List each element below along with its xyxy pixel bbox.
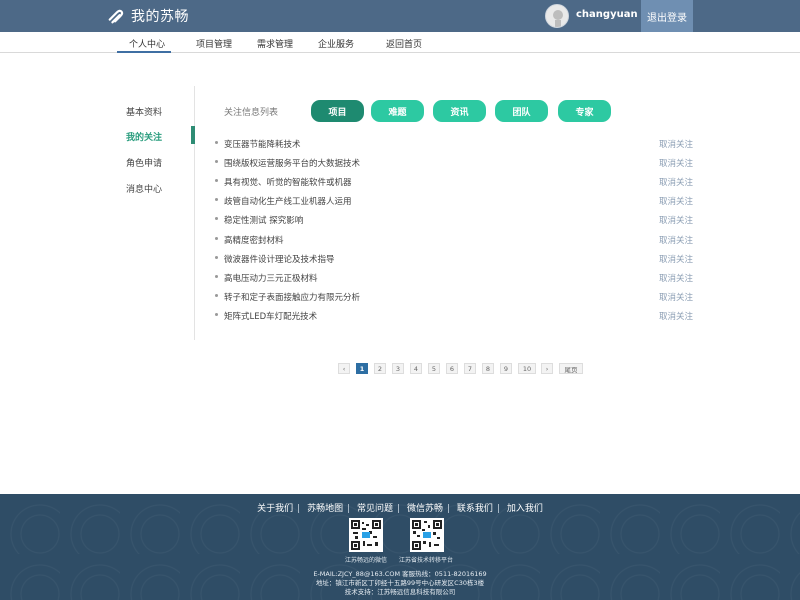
sidebar-item-message-center[interactable]: 消息中心 [126, 182, 162, 195]
bullet-icon [215, 141, 218, 144]
list-item: 歧管自动化生产线工业机器人运用 取消关注 [215, 193, 693, 209]
list-item: 围绕版权运营服务平台的大数据技术 取消关注 [215, 155, 693, 171]
tab-news[interactable]: 资讯 [433, 100, 486, 122]
footer: 关于我们 | 苏畅地图 | 常见问题 | 微信苏畅 | 联系我们 | 加入我们 江苏畅远的… [0, 494, 800, 600]
page-button-7[interactable]: 7 [464, 363, 476, 374]
bullet-icon [215, 198, 218, 201]
bullet-icon [215, 160, 218, 163]
footer-links: 关于我们 | 苏畅地图 | 常见问题 | 微信苏畅 | 联系我们 | 加入我们 [257, 504, 543, 514]
prev-page-button[interactable]: ‹ [338, 363, 350, 374]
page-button-10[interactable]: 10 [518, 363, 536, 374]
unfollow-button[interactable]: 取消关注 [659, 253, 693, 265]
follow-list-label: 关注信息列表 [224, 108, 279, 118]
nav-item-home[interactable]: 返回首页 [386, 37, 422, 50]
bullet-icon [215, 275, 218, 278]
main-nav: 个人中心 项目管理 需求管理 企业服务 返回首页 [0, 32, 800, 53]
qr-caption-wechat: 江苏畅远的微信 [345, 557, 388, 564]
footer-link-wechat[interactable]: 微信苏畅 [407, 504, 443, 514]
footer-link-faq[interactable]: 常见问题 [357, 504, 393, 514]
list-item: 稳定性测试 探究影响 取消关注 [215, 212, 693, 228]
logo[interactable]: 我的苏畅 [107, 6, 189, 26]
footer-link-map[interactable]: 苏畅地图 [307, 504, 343, 514]
footer-link-contact[interactable]: 联系我们 [457, 504, 493, 514]
list-item: 转子和定子表面接触应力有限元分析 取消关注 [215, 289, 693, 305]
qr-code-platform [410, 518, 444, 552]
list-item-title[interactable]: 具有视觉、听觉的智能软件或机器 [224, 176, 352, 188]
page-button-5[interactable]: 5 [428, 363, 440, 374]
list-item: 微波器件设计理论及技术指导 取消关注 [215, 251, 693, 267]
page-button-9[interactable]: 9 [500, 363, 512, 374]
tab-problem[interactable]: 难题 [371, 100, 424, 122]
next-page-button[interactable]: › [541, 363, 553, 374]
qr-code-icon [351, 520, 381, 550]
avatar[interactable] [545, 4, 569, 28]
tab-team[interactable]: 团队 [495, 100, 548, 122]
qr-caption-platform: 江苏省技术转移平台 [399, 557, 454, 564]
unfollow-button[interactable]: 取消关注 [659, 176, 693, 188]
footer-link-about[interactable]: 关于我们 [257, 504, 293, 514]
bullet-icon [215, 294, 218, 297]
bullet-icon [215, 256, 218, 259]
sidebar-item-my-follows[interactable]: 我的关注 [126, 130, 162, 143]
sidebar-active-marker [191, 126, 195, 144]
list-item: 变压器节能降耗技术 取消关注 [215, 136, 693, 152]
list-item: 矩阵式LED车灯配光技术 取消关注 [215, 308, 693, 324]
footer-link-join[interactable]: 加入我们 [507, 504, 543, 514]
unfollow-button[interactable]: 取消关注 [659, 195, 693, 207]
list-item: 高精度密封材料 取消关注 [215, 232, 693, 248]
page-button-4[interactable]: 4 [410, 363, 422, 374]
bullet-icon [215, 313, 218, 316]
list-item-title[interactable]: 高电压动力三元正极材料 [224, 272, 318, 284]
list-item-title[interactable]: 变压器节能降耗技术 [224, 138, 301, 150]
list-item-title[interactable]: 歧管自动化生产线工业机器人运用 [224, 195, 352, 207]
bullet-icon [215, 179, 218, 182]
list-item-title[interactable]: 微波器件设计理论及技术指导 [224, 253, 335, 265]
bullet-icon [215, 237, 218, 240]
list-item-title[interactable]: 稳定性测试 探究影响 [224, 214, 303, 226]
unfollow-button[interactable]: 取消关注 [659, 138, 693, 150]
sidebar-item-role-application[interactable]: 角色申请 [126, 156, 162, 169]
sidebar-item-basic-info[interactable]: 基本资料 [126, 105, 162, 118]
footer-support: 技术支持：江苏畅远信息科技有限公司 [344, 588, 456, 596]
tab-project[interactable]: 项目 [311, 100, 364, 122]
top-header: 我的苏畅 changyuan 退出登录 [0, 0, 800, 32]
nav-item-demand-management[interactable]: 需求管理 [257, 37, 293, 50]
logout-button[interactable]: 退出登录 [641, 0, 693, 32]
tab-expert[interactable]: 专家 [558, 100, 611, 122]
username[interactable]: changyuan [576, 9, 638, 20]
logo-icon [108, 9, 124, 24]
list-item-title[interactable]: 围绕版权运营服务平台的大数据技术 [224, 157, 360, 169]
last-page-button[interactable]: 尾页 [559, 363, 583, 374]
unfollow-button[interactable]: 取消关注 [659, 272, 693, 284]
list-item: 高电压动力三元正极材料 取消关注 [215, 270, 693, 286]
list-item-title[interactable]: 高精度密封材料 [224, 234, 284, 246]
unfollow-button[interactable]: 取消关注 [659, 214, 693, 226]
page-button-6[interactable]: 6 [446, 363, 458, 374]
unfollow-button[interactable]: 取消关注 [659, 234, 693, 246]
page-button-8[interactable]: 8 [482, 363, 494, 374]
nav-active-indicator [117, 51, 171, 53]
list-item-title[interactable]: 矩阵式LED车灯配光技术 [224, 310, 317, 322]
unfollow-button[interactable]: 取消关注 [659, 157, 693, 169]
page-button-2[interactable]: 2 [374, 363, 386, 374]
list-item: 具有视觉、听觉的智能软件或机器 取消关注 [215, 174, 693, 190]
qr-code-wechat [349, 518, 383, 552]
page-button-1[interactable]: 1 [356, 363, 368, 374]
list-item-title[interactable]: 转子和定子表面接触应力有限元分析 [224, 291, 360, 303]
bullet-icon [215, 217, 218, 220]
unfollow-button[interactable]: 取消关注 [659, 291, 693, 303]
logo-text: 我的苏畅 [131, 9, 189, 25]
avatar-icon [553, 10, 563, 27]
nav-item-project-management[interactable]: 项目管理 [196, 37, 232, 50]
sidebar-divider [194, 86, 195, 340]
nav-item-enterprise-service[interactable]: 企业服务 [318, 37, 354, 50]
qr-code-icon [412, 520, 442, 550]
page-button-3[interactable]: 3 [392, 363, 404, 374]
unfollow-button[interactable]: 取消关注 [659, 310, 693, 322]
nav-item-personal-center[interactable]: 个人中心 [129, 37, 165, 50]
